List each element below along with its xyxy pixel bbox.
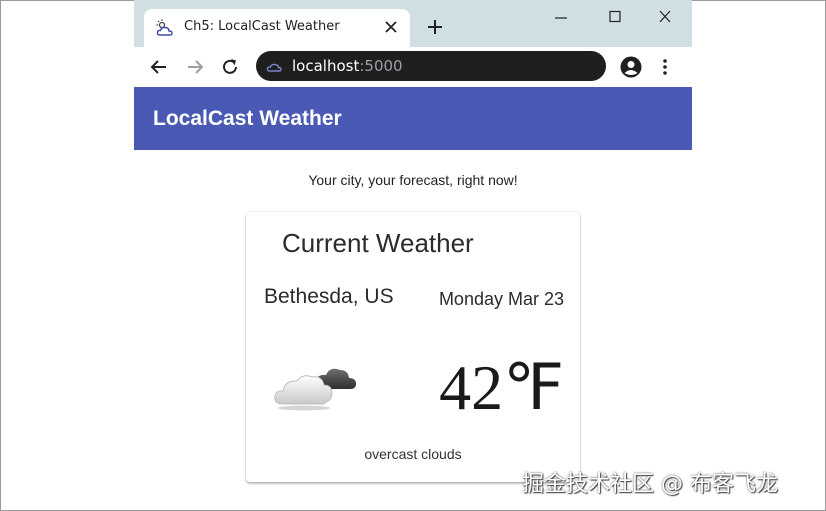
reload-icon[interactable] xyxy=(220,57,240,77)
city-name: Bethesda, US xyxy=(264,285,394,308)
tab-title: Ch5: LocalCast Weather xyxy=(184,19,340,34)
app-toolbar: LocalCast Weather xyxy=(134,87,692,150)
browser-tab[interactable]: Ch5: LocalCast Weather xyxy=(144,9,410,47)
watermark: 掘金技术社区 @ 布客飞龙 xyxy=(522,472,778,497)
minimize-icon[interactable] xyxy=(552,10,570,24)
card-title: Current Weather xyxy=(282,228,474,258)
back-arrow-icon[interactable] xyxy=(149,57,169,77)
weather-tab-icon xyxy=(156,19,173,36)
address-port: :5000 xyxy=(359,57,403,75)
current-weather-card: Current Weather Bethesda, US Monday Mar … xyxy=(246,212,580,482)
site-info-icon[interactable] xyxy=(266,58,282,74)
temperature: 42℉ xyxy=(439,352,564,423)
address-host: localhost xyxy=(292,57,360,75)
profile-icon[interactable] xyxy=(620,56,642,78)
browser-toolbar: localhost:5000 xyxy=(134,47,692,87)
forecast-date: Monday Mar 23 xyxy=(438,289,564,309)
maximize-icon[interactable] xyxy=(606,10,624,24)
weather-description: overcast clouds xyxy=(364,446,462,462)
kebab-menu-icon[interactable] xyxy=(662,57,668,77)
plus-icon[interactable] xyxy=(426,18,444,36)
overcast-clouds-icon xyxy=(274,368,356,411)
address-bar[interactable]: localhost:5000 xyxy=(256,51,606,81)
tagline: Your city, your forecast, right now! xyxy=(308,172,518,188)
browser-window: Ch5: LocalCast Weather localhost:5000 Lo… xyxy=(134,0,692,152)
address-text: localhost:5000 xyxy=(292,57,403,75)
close-icon[interactable] xyxy=(384,20,398,34)
window-close-icon[interactable] xyxy=(656,10,674,24)
app-title[interactable]: LocalCast Weather xyxy=(153,107,342,131)
tab-bar: Ch5: LocalCast Weather xyxy=(134,0,692,47)
forward-arrow-icon[interactable] xyxy=(185,57,205,77)
